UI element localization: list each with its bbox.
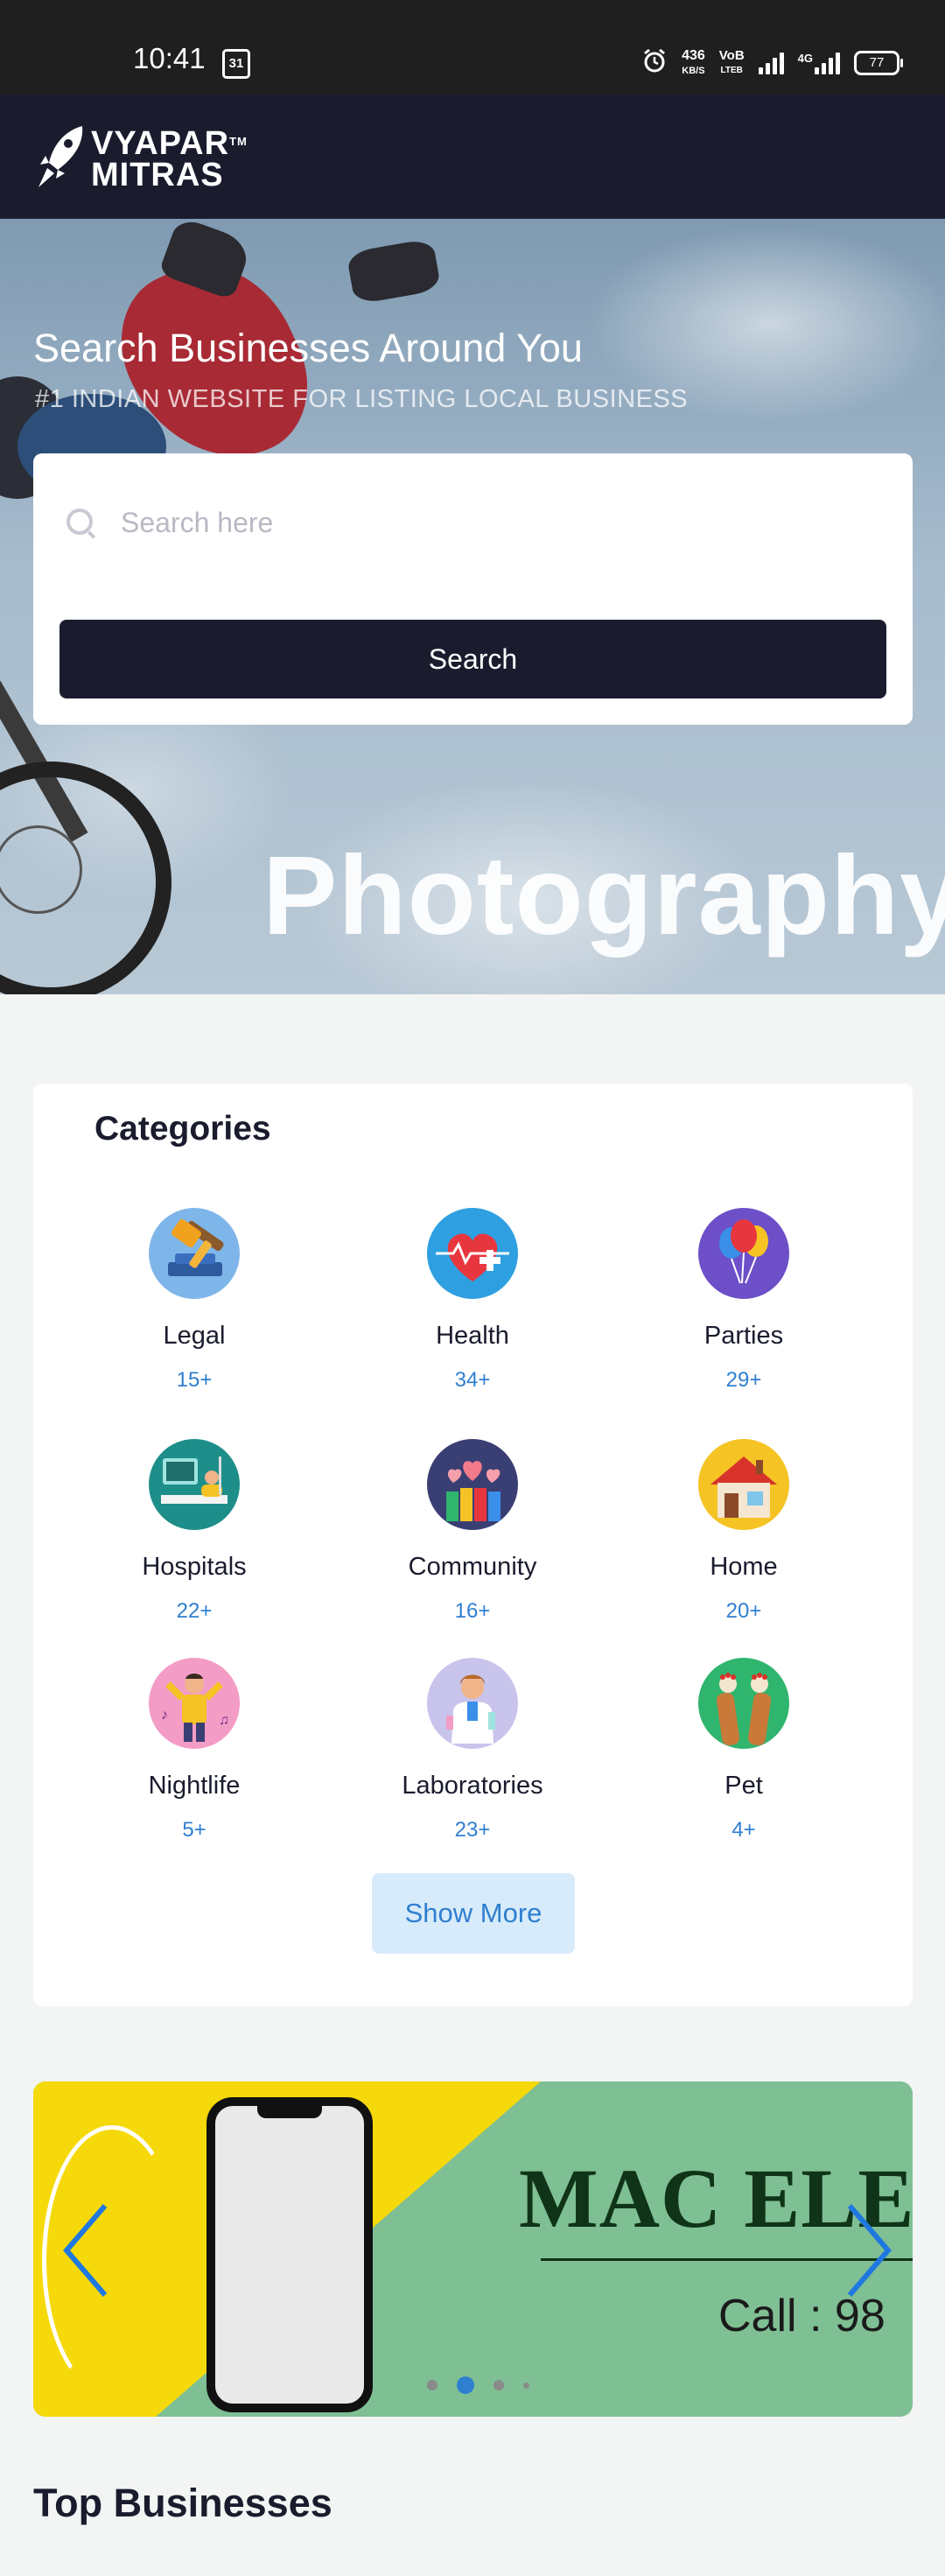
carousel-pagination [427,2376,529,2394]
category-name: Home [710,1553,778,1581]
net-speed-unit: KB/S [682,65,705,76]
show-more-button[interactable]: Show More [372,1873,575,1954]
search-icon [66,508,93,535]
hero-subtitle: #1 INDIAN WEBSITE FOR LISTING LOCAL BUSI… [35,385,689,413]
search-button[interactable]: Search [60,620,886,698]
logo[interactable]: VYAPARTM MITRAS [37,124,248,193]
category-name: Community [408,1553,537,1581]
category-name: Laboratories [402,1772,543,1800]
hero-background-caption: Photography [262,833,945,958]
categories-card: Categories Legal 15+ Health 34+ Parties … [33,1084,913,2006]
carousel-dot-3[interactable] [494,2380,504,2390]
svg-text:♪: ♪ [161,1708,168,1723]
category-pet[interactable]: Pet 4+ [612,1658,875,1843]
status-bar: 10:41 31 436 KB/S VoB LTEB 4G 77 [0,0,945,95]
category-name: Nightlife [148,1772,241,1800]
volte-bottom: LTEB [720,66,743,75]
logo-text: VYAPARTM MITRAS [91,127,248,193]
network-type: 4G [797,52,813,65]
status-icons: 436 KB/S VoB LTEB 4G 77 [641,46,903,81]
top-businesses-title: Top Businesses [33,2481,332,2525]
category-nightlife[interactable]: ♪ ♫ Nightlife 5+ [63,1658,326,1843]
net-speed-value: 436 [682,47,705,63]
category-name: Health [436,1322,509,1350]
category-count: 16+ [454,1599,491,1623]
signal-4g-icon: 4G [798,52,840,74]
category-hospitals[interactable]: Hospitals 22+ [63,1439,326,1624]
status-time: 10:41 [133,42,206,74]
category-name: Legal [163,1322,226,1350]
categories-title: Categories [94,1110,271,1148]
house-icon [698,1439,789,1530]
hero-section: Search Businesses Around You #1 INDIAN W… [0,219,945,994]
net-speed-indicator: 436 KB/S [682,47,705,78]
search-input[interactable] [119,506,840,540]
gavel-icon [149,1208,240,1299]
volte-indicator: VoB LTEB [719,49,745,77]
phone-illustration [206,2097,373,2412]
category-count: 34+ [454,1368,491,1392]
hero-photo-detail [0,762,172,994]
carousel-next-button[interactable] [843,2202,895,2299]
signal-icon [758,52,784,74]
category-home[interactable]: Home 20+ [612,1439,875,1624]
promo-banner-carousel[interactable]: MAC ELE Call : 98 [33,2081,913,2417]
scientist-icon [427,1658,518,1749]
category-count: 29+ [725,1368,762,1392]
carousel-dot-2[interactable] [457,2376,474,2394]
hero-photo-detail [346,237,442,305]
category-count: 22+ [176,1599,213,1623]
logo-line2: MITRAS [91,156,224,193]
category-count: 4+ [732,1818,756,1842]
carousel-dot-4[interactable] [523,2382,529,2389]
paw-icon [698,1658,789,1749]
rocket-icon [37,124,88,193]
category-legal[interactable]: Legal 15+ [63,1208,326,1393]
category-count: 5+ [182,1818,206,1842]
hospital-bed-icon [149,1439,240,1530]
battery-icon: 77 [854,51,903,75]
category-parties[interactable]: Parties 29+ [612,1208,875,1393]
search-card: Search [33,453,913,725]
calendar-icon: 31 [222,49,250,79]
carousel-prev-button[interactable] [60,2202,112,2299]
hero-title: Search Businesses Around You [33,326,583,370]
category-laboratories[interactable]: Laboratories 23+ [341,1658,604,1843]
category-count: 15+ [176,1368,213,1392]
category-community[interactable]: Community 16+ [341,1439,604,1624]
category-count: 23+ [454,1818,491,1842]
heart-health-icon [427,1208,518,1299]
app-header: VYAPARTM MITRAS [0,95,945,219]
svg-text:♫: ♫ [219,1713,229,1728]
balloons-icon [698,1208,789,1299]
alarm-icon [641,48,668,79]
trademark: TM [229,134,248,148]
category-health[interactable]: Health 34+ [341,1208,604,1393]
category-count: 20+ [725,1599,762,1623]
chevron-left-icon [60,2204,112,2301]
category-name: Parties [704,1322,784,1350]
category-name: Pet [724,1772,763,1800]
chevron-right-icon [843,2204,895,2301]
carousel-dot-1[interactable] [427,2380,438,2390]
community-hearts-icon [427,1439,518,1530]
category-name: Hospitals [142,1553,247,1581]
dancer-icon: ♪ ♫ [149,1658,240,1749]
search-field[interactable] [66,506,840,540]
volte-top: VoB [718,48,745,63]
